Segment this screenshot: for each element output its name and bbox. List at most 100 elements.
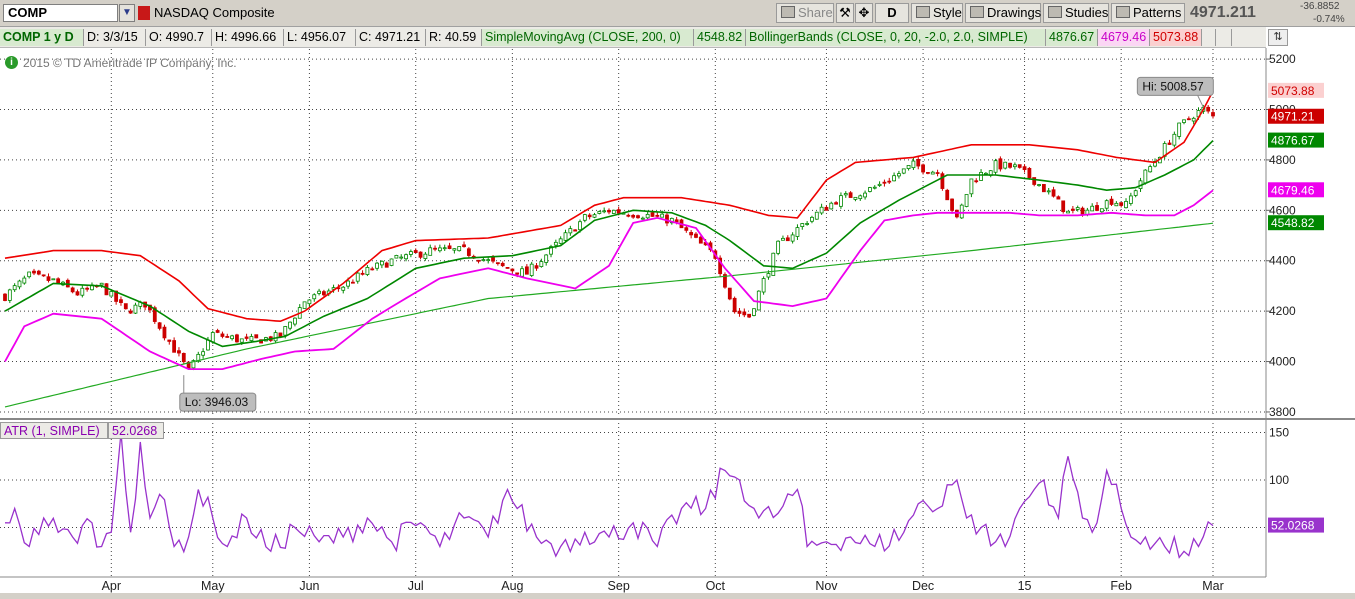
chart-panel[interactable]: 3800400042004400460048005000520050100150… xyxy=(0,27,1355,599)
candle-body xyxy=(346,280,350,287)
candle-body xyxy=(486,259,491,262)
sma-study-label[interactable]: SimpleMovingAvg (CLOSE, 200, 0) xyxy=(482,29,694,46)
candle-body xyxy=(843,193,848,196)
candle-body xyxy=(249,336,254,342)
bollinger-lower-value: 4679.46 xyxy=(1098,29,1150,46)
candle-body xyxy=(810,216,814,222)
candle-body xyxy=(56,278,61,284)
pan-button[interactable]: ✥ xyxy=(855,3,873,23)
candle-body xyxy=(46,276,51,281)
candle-body xyxy=(293,317,297,325)
month-tick-label: Jun xyxy=(299,579,319,593)
atr-axis-background xyxy=(1266,421,1355,577)
candle-body xyxy=(1041,184,1046,193)
month-tick-label: 15 xyxy=(1018,579,1032,593)
info-spacer-cell xyxy=(1216,29,1232,46)
candle-body xyxy=(752,308,756,316)
candle-body xyxy=(428,247,433,256)
candle-body xyxy=(1104,200,1109,209)
share-icon xyxy=(781,6,795,18)
candle-body xyxy=(317,290,321,294)
patterns-button[interactable]: Patterns xyxy=(1111,3,1185,23)
scale-settings-icon[interactable]: ⇅ xyxy=(1268,29,1288,46)
candle-body xyxy=(587,214,592,218)
symbol-period-cell[interactable]: COMP 1 y D xyxy=(0,29,84,46)
candle-body xyxy=(442,247,447,250)
candle-body xyxy=(665,214,669,224)
candle-body xyxy=(1119,202,1124,206)
candle-body xyxy=(785,237,790,242)
candle-body xyxy=(1008,162,1012,168)
candle-body xyxy=(906,165,911,170)
bollinger-lower-tag: 4679.46 xyxy=(1271,183,1315,197)
atr-study-label[interactable]: ATR (1, SIMPLE) xyxy=(0,422,108,439)
candle-body xyxy=(1133,190,1138,196)
atr-info-bar: ATR (1, SIMPLE) 52.0268 xyxy=(0,421,164,440)
bollinger-study-label[interactable]: BollingerBands (CLOSE, 0, 20, -2.0, 2.0,… xyxy=(746,29,1046,46)
low-cell: L: 4956.07 xyxy=(284,29,356,46)
month-tick-label: Nov xyxy=(815,579,838,593)
candle-body xyxy=(901,168,906,174)
candle-body xyxy=(466,248,471,256)
candle-body xyxy=(578,221,582,231)
candle-body xyxy=(437,247,442,252)
candle-body xyxy=(51,278,56,281)
tools-button[interactable]: ⚒ xyxy=(836,3,854,23)
candle-body xyxy=(1186,118,1191,121)
month-tick-label: Dec xyxy=(912,579,934,593)
candle-body xyxy=(732,297,737,313)
candle-body xyxy=(360,272,365,275)
info-icon[interactable]: i xyxy=(5,56,18,69)
candle-body xyxy=(1177,122,1182,137)
chart-info-bar: COMP 1 y D D: 3/3/15 O: 4990.7 H: 4996.6… xyxy=(0,27,1266,48)
candle-body xyxy=(215,330,220,333)
candle-body xyxy=(974,180,979,183)
studies-button[interactable]: Studies xyxy=(1043,3,1109,23)
candle-body xyxy=(534,265,539,269)
bollinger-middle-tag: 4876.67 xyxy=(1271,134,1315,148)
candle-body xyxy=(399,256,404,259)
candle-body xyxy=(611,209,616,214)
symbol-input[interactable]: COMP xyxy=(3,4,118,22)
price-chart[interactable]: 3800400042004400460048005000520050100150… xyxy=(0,27,1355,593)
candle-body xyxy=(689,232,694,236)
candle-body xyxy=(104,283,109,296)
candle-body xyxy=(863,192,867,198)
candle-body xyxy=(370,268,375,271)
candle-body xyxy=(645,213,650,219)
candle-body xyxy=(853,196,858,200)
style-button[interactable]: Style xyxy=(911,3,963,23)
candle-body xyxy=(529,263,534,276)
candle-body xyxy=(539,261,544,267)
candle-body xyxy=(1037,184,1041,186)
candle-body xyxy=(379,260,384,266)
candle-body xyxy=(1167,142,1172,145)
candle-body xyxy=(1056,196,1061,200)
atr-tick-label: 150 xyxy=(1269,426,1289,440)
candle-body xyxy=(563,232,568,241)
candle-body xyxy=(515,272,520,275)
candle-body xyxy=(892,175,896,182)
last-price: 4971.211 xyxy=(1190,4,1256,21)
candle-body xyxy=(17,280,22,288)
symbol-dropdown-icon[interactable]: ▼ xyxy=(119,4,135,22)
drawings-button[interactable]: Drawings xyxy=(965,3,1041,23)
candle-body xyxy=(824,206,829,211)
sma-value: 4548.82 xyxy=(694,29,746,46)
candle-body xyxy=(244,336,249,339)
candle-body xyxy=(1211,112,1215,117)
price-tick-label: 4400 xyxy=(1269,254,1296,268)
candle-body xyxy=(882,181,887,184)
candle-body xyxy=(930,171,935,175)
share-button[interactable]: Share xyxy=(776,3,834,23)
bottom-scroll-strip[interactable] xyxy=(0,593,1355,599)
aggregation-button[interactable]: D xyxy=(875,3,909,23)
candle-body xyxy=(1022,166,1027,170)
candle-body xyxy=(607,209,611,213)
atr-last-tag: 52.0268 xyxy=(1271,519,1315,533)
candle-body xyxy=(814,211,819,220)
candle-body xyxy=(225,336,230,338)
candle-body xyxy=(273,332,278,342)
net-change: -36.8852 xyxy=(1300,1,1340,12)
style-label: Style xyxy=(933,5,962,20)
